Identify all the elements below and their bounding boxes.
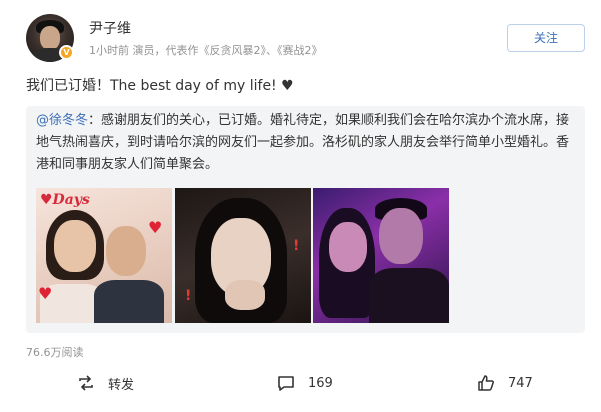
follow-button[interactable]: 关注 — [507, 24, 585, 52]
repost-image-3[interactable] — [313, 188, 449, 323]
repost-image-1[interactable]: ♥Days ♥ ♥ — [36, 188, 172, 323]
comment-icon — [278, 376, 294, 391]
verified-badge-icon: V — [59, 45, 74, 60]
like-button[interactable]: 747 — [476, 372, 533, 394]
repost-card[interactable]: @徐冬冬：感谢朋友们的关心，已订婚。婚礼待定，如果顺利我们会在哈尔滨办个流水席，… — [26, 106, 585, 333]
action-bar: 转发 169 747 — [0, 366, 601, 400]
like-icon — [478, 375, 494, 391]
repost-button[interactable]: 转发 — [76, 372, 134, 394]
repost-text: @徐冬冬：感谢朋友们的关心，已订婚。婚礼待定，如果顺利我们会在哈尔滨办个流水席，… — [36, 110, 576, 176]
repost-body: ：感谢朋友们的关心，已订婚。婚礼待定，如果顺利我们会在哈尔滨办个流水席，接地气热… — [36, 113, 570, 172]
post-text: 我们已订婚！The best day of my life! ♥ — [26, 78, 294, 94]
repost-label: 转发 — [108, 377, 135, 393]
mention-link[interactable]: @徐冬冬 — [36, 113, 88, 128]
heart-icon: ♥ — [148, 218, 163, 237]
weibo-post: V 尹子维 1小时前 演员，代表作《反贪风暴2》、《赛战2》 关注 我们已订婚！… — [0, 0, 601, 412]
comment-count: 169 — [308, 375, 333, 391]
comment-button[interactable]: 169 — [276, 372, 333, 394]
sticker-icon: ! — [293, 238, 300, 254]
repost-icon — [79, 375, 93, 391]
image-caption: ♥Days — [40, 192, 90, 208]
username[interactable]: 尹子维 — [89, 18, 131, 38]
repost-image-2[interactable]: ! ! — [175, 188, 311, 323]
heart-icon: ♥ — [38, 284, 53, 303]
sticker-icon: ! — [185, 288, 192, 304]
post-meta: 1小时前 演员，代表作《反贪风暴2》、《赛战2》 — [89, 44, 323, 57]
view-count: 76.6万阅读 — [26, 346, 84, 359]
like-count: 747 — [508, 375, 533, 391]
